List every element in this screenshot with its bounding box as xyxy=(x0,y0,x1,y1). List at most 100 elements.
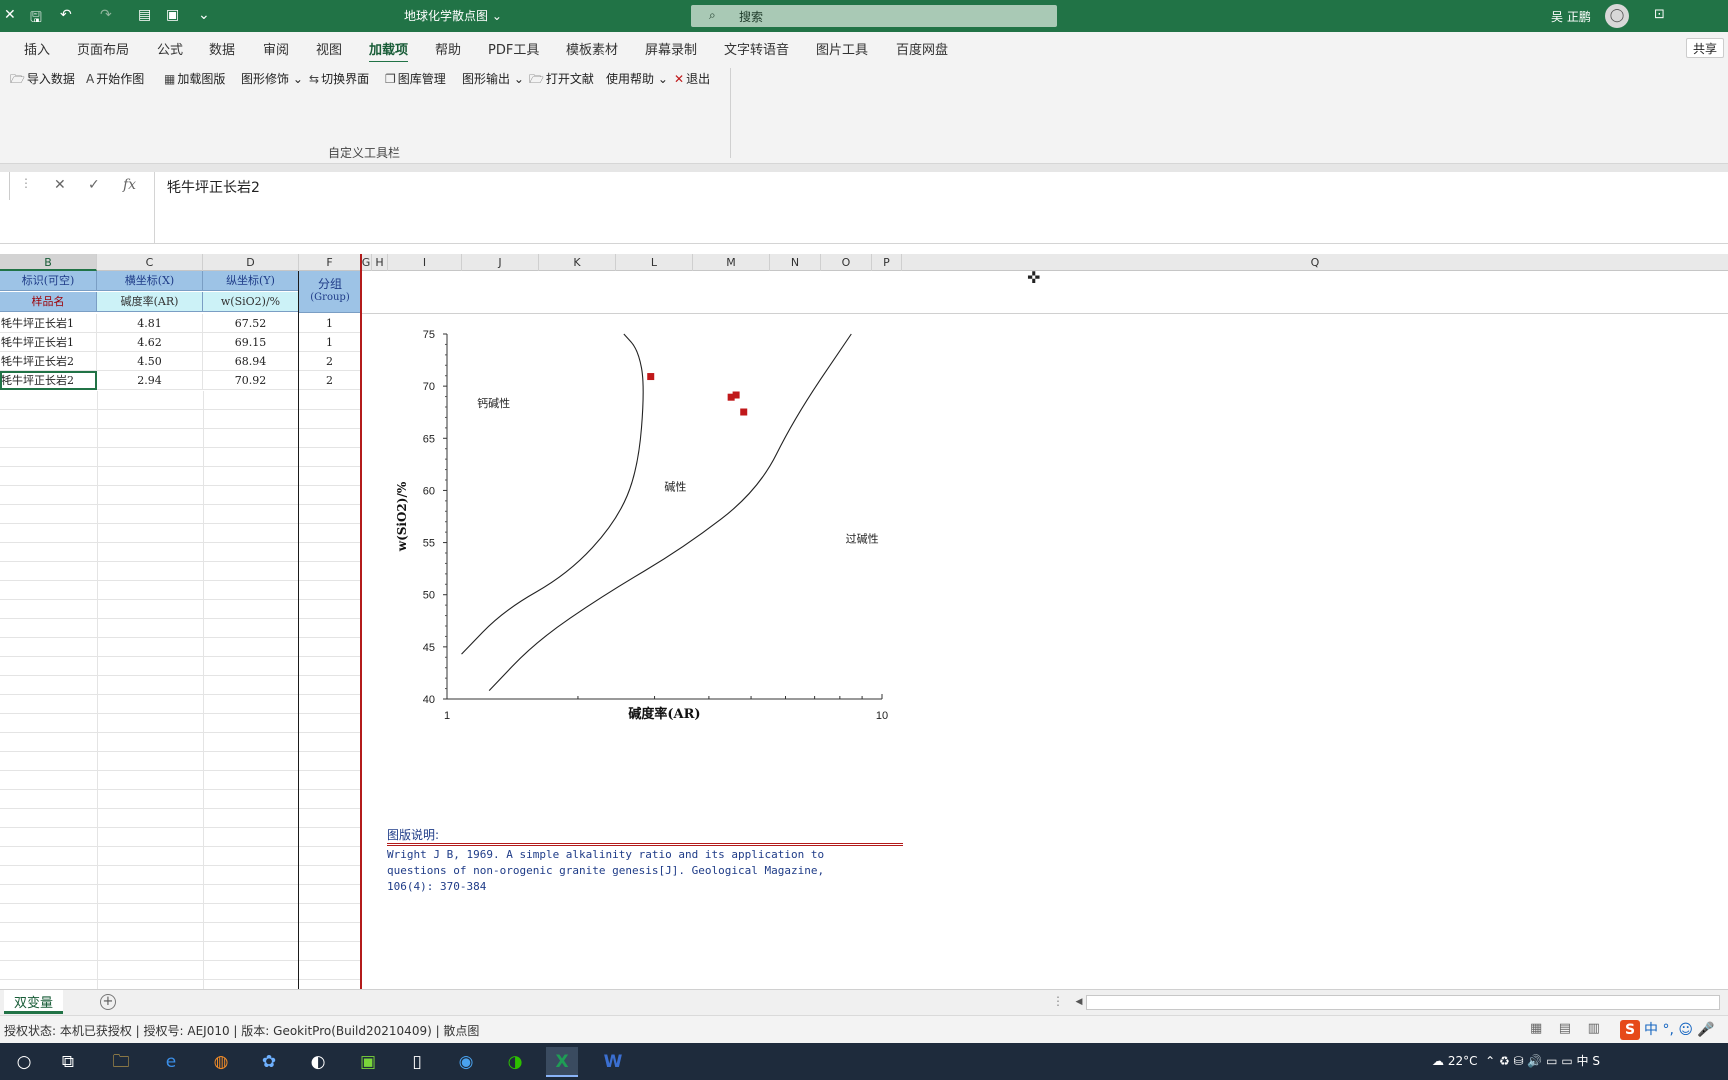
header-cell[interactable]: w(SiO2)/% xyxy=(203,292,299,312)
document-title[interactable]: 地球化学散点图 ⌄ xyxy=(404,7,502,24)
column-header[interactable]: J xyxy=(462,254,539,271)
x-value-cell[interactable]: 4.81 xyxy=(97,314,203,333)
start-plot-button[interactable]: A 开始作图 xyxy=(86,70,144,87)
undo-icon[interactable]: ↶ xyxy=(60,7,72,23)
tab-help[interactable]: 帮助 xyxy=(435,39,461,58)
start-search-icon[interactable]: ○ xyxy=(8,1047,40,1077)
view-mode-icons[interactable]: ▦ ▤ ▥ xyxy=(1530,1021,1600,1036)
avatar-icon[interactable]: ◯ xyxy=(1605,4,1629,28)
import-data-button[interactable]: 🗁 导入数据 xyxy=(10,70,75,91)
column-header[interactable]: I xyxy=(388,254,462,271)
y-value-cell[interactable]: 68.94 xyxy=(203,352,299,371)
add-sheet-icon[interactable]: + xyxy=(100,994,116,1010)
scroll-track[interactable] xyxy=(1086,995,1720,1010)
file-explorer-icon[interactable]: 🗀 xyxy=(105,1047,137,1077)
save-icon[interactable]: 🖫 xyxy=(30,7,42,31)
sample-name-cell[interactable]: 牦牛坪正长岩1 xyxy=(0,333,97,352)
column-header[interactable]: P xyxy=(872,254,902,271)
figure-decorate-menu[interactable]: 图形修饰 ⌄ xyxy=(241,70,303,87)
x-value-cell[interactable]: 2.94 xyxy=(97,371,203,390)
user-name[interactable]: 吴 正鹏 xyxy=(1551,8,1591,25)
tab-picture-tools[interactable]: 图片工具 xyxy=(816,39,868,58)
column-header[interactable]: O xyxy=(821,254,872,271)
tab-text-to-speech[interactable]: 文字转语音 xyxy=(724,39,789,58)
column-header[interactable]: N xyxy=(770,254,821,271)
iqiyi-icon[interactable]: ▣ xyxy=(352,1047,384,1077)
tab-screen-record[interactable]: 屏幕录制 xyxy=(645,39,697,58)
column-header[interactable]: M xyxy=(693,254,770,271)
figure-output-menu[interactable]: 图形输出 ⌄ xyxy=(462,70,524,87)
tab-formulas[interactable]: 公式 xyxy=(157,39,183,58)
layout-icon[interactable]: ▣ xyxy=(166,7,179,23)
group-cell[interactable]: 2 xyxy=(299,352,361,371)
word-icon[interactable]: W xyxy=(597,1047,629,1077)
column-header[interactable]: L xyxy=(616,254,693,271)
tab-data[interactable]: 数据 xyxy=(209,39,235,58)
x-value-cell[interactable]: 4.50 xyxy=(97,352,203,371)
tab-page-layout[interactable]: 页面布局 xyxy=(77,39,129,58)
open-reference-button[interactable]: 🗁 打开文献 xyxy=(529,70,594,91)
share-button[interactable]: 共享 xyxy=(1686,38,1725,58)
edge-icon[interactable]: e xyxy=(155,1047,187,1077)
header-cell[interactable]: 碱度率(AR) xyxy=(97,292,203,312)
column-header[interactable]: C xyxy=(97,254,203,271)
tab-templates[interactable]: 模板素材 xyxy=(566,39,618,58)
header-cell[interactable]: 样品名 xyxy=(0,292,97,312)
qq-icon[interactable]: ◐ xyxy=(302,1047,334,1077)
group-cell[interactable]: 1 xyxy=(299,314,361,333)
y-value-cell[interactable]: 69.15 xyxy=(203,333,299,352)
sheet-tab[interactable]: 双变量 xyxy=(4,990,64,1014)
scroll-left-icon[interactable]: ◀ xyxy=(1072,995,1086,1010)
split-grip-icon[interactable]: ⋮ xyxy=(1052,994,1064,1008)
gallery-button[interactable]: ❐ 图库管理 xyxy=(385,70,446,87)
sample-name-cell[interactable]: 牦牛坪正长岩1 xyxy=(0,314,97,333)
enter-icon[interactable]: ✓ xyxy=(88,177,100,193)
exit-button[interactable]: ✕ 退出 xyxy=(674,70,710,87)
header-cell[interactable]: 标识(可空) xyxy=(0,271,97,291)
doc-icon[interactable]: ▤ xyxy=(138,7,151,23)
photos-icon[interactable]: ✿ xyxy=(253,1047,285,1077)
y-value-cell[interactable]: 67.52 xyxy=(203,314,299,333)
tab-pdf-tools[interactable]: PDF工具 xyxy=(488,39,539,58)
tab-addins[interactable]: 加载项 xyxy=(369,39,409,64)
x-value-cell[interactable]: 4.62 xyxy=(97,333,203,352)
ime-toolbar[interactable]: S中 °, ☺ 🎤 xyxy=(1620,1019,1715,1041)
sample-name-cell-active[interactable]: 牦牛坪正长岩2 xyxy=(0,371,97,390)
name-box[interactable] xyxy=(0,172,10,200)
tab-insert[interactable]: 插入 xyxy=(24,39,50,58)
group-header-cell[interactable]: 分组 (Group) xyxy=(299,271,361,313)
excel-icon[interactable]: X xyxy=(546,1047,578,1077)
column-header[interactable]: H xyxy=(372,254,388,271)
scatter-chart[interactable]: 40 45 50 55 60 65 70 75 1 10 碱度率(AR) w(SiO2)/% 钙碱性碱性… xyxy=(386,322,906,742)
group-cell[interactable]: 2 xyxy=(299,371,361,390)
column-header[interactable]: F xyxy=(299,254,361,271)
column-header[interactable]: D xyxy=(203,254,299,271)
app-icon[interactable]: ◉ xyxy=(450,1047,482,1077)
task-view-icon[interactable]: ⧉ xyxy=(52,1047,84,1077)
group-cell[interactable]: 1 xyxy=(299,333,361,352)
tab-review[interactable]: 审阅 xyxy=(263,39,289,58)
system-tray[interactable]: ☁ 22°C ⌃ ♻ ⛁ 🔊 ▭ ▭ 中 S xyxy=(1432,1052,1600,1069)
switch-view-button[interactable]: ⇆ 切换界面 xyxy=(309,70,369,87)
tab-baidu-netdisk[interactable]: 百度网盘 xyxy=(896,39,948,58)
search-box[interactable]: ⌕ 搜索 xyxy=(691,5,1057,27)
header-cell[interactable]: 横坐标(X) xyxy=(97,271,203,291)
wechat-icon[interactable]: ◑ xyxy=(499,1047,531,1077)
ribbon-display-icon[interactable]: ⊡ xyxy=(1654,7,1665,22)
formula-input[interactable]: 牦牛坪正长岩2 xyxy=(154,172,1728,244)
column-header[interactable]: G xyxy=(361,254,372,271)
insert-function-icon[interactable]: fx xyxy=(123,177,136,193)
help-menu[interactable]: 使用帮助 ⌄ xyxy=(606,70,668,87)
customize-icon[interactable]: ⌄ xyxy=(198,7,210,23)
column-header[interactable]: K xyxy=(539,254,616,271)
column-header[interactable]: B xyxy=(0,254,97,271)
sample-name-cell[interactable]: 牦牛坪正长岩2 xyxy=(0,352,97,371)
load-template-button[interactable]: ▦ 加载图版 xyxy=(164,70,225,87)
browser-icon[interactable]: ◍ xyxy=(205,1047,237,1077)
header-cell[interactable]: 纵坐标(Y) xyxy=(203,271,299,291)
redo-icon[interactable]: ↷ xyxy=(100,7,112,23)
tab-view[interactable]: 视图 xyxy=(316,39,342,58)
column-header[interactable]: Q xyxy=(902,254,1728,271)
y-value-cell[interactable]: 70.92 xyxy=(203,371,299,390)
notepad-icon[interactable]: ▯ xyxy=(401,1047,433,1077)
